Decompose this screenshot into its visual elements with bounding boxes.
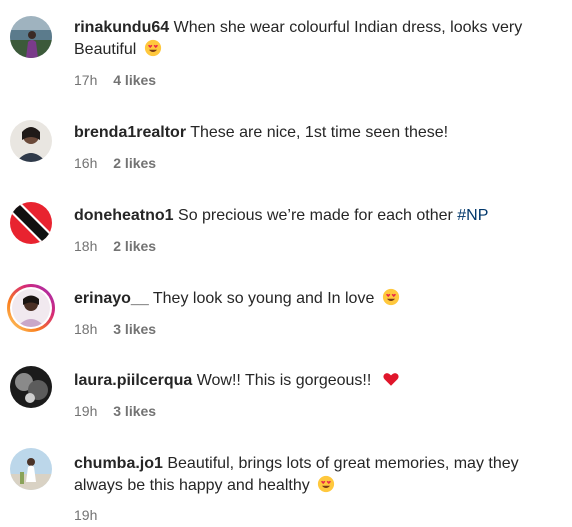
avatar[interactable] bbox=[10, 448, 52, 490]
red-heart-emoji-icon bbox=[383, 373, 399, 386]
comment-body: So precious we’re made for each other bbox=[178, 207, 453, 224]
comment-body: Wow!! This is gorgeous!! bbox=[196, 372, 372, 389]
comment-text: brenda1realtor These are nice, 1st time … bbox=[74, 122, 564, 144]
comment-body: They look so young and In love bbox=[152, 290, 375, 307]
comment-meta: 18h 2 likes bbox=[74, 238, 156, 254]
comment-username[interactable]: chumba.jo1 bbox=[74, 455, 163, 472]
comment-meta: 17h 4 likes bbox=[74, 72, 156, 88]
comment-time: 19h bbox=[74, 507, 98, 523]
heart-eyes-emoji-icon bbox=[318, 475, 335, 493]
comment-body: These are nice, 1st time seen these! bbox=[190, 124, 449, 141]
comment-username[interactable]: rinakundu64 bbox=[74, 19, 169, 36]
comment-likes[interactable]: 3 likes bbox=[113, 403, 156, 419]
comment-text: rinakundu64 When she wear colourful Indi… bbox=[74, 17, 564, 61]
comment-text: erinayo__ They look so young and In love bbox=[74, 288, 564, 310]
comment-text: laura.piilcerqua Wow!! This is gorgeous!… bbox=[74, 370, 564, 392]
comment-likes[interactable]: 3 likes bbox=[113, 321, 156, 337]
comment-meta: 18h 3 likes bbox=[74, 321, 156, 337]
comment-meta: 19h bbox=[74, 507, 97, 523]
comment-time: 16h bbox=[74, 155, 98, 171]
comment-time: 19h bbox=[74, 403, 98, 419]
avatar[interactable] bbox=[10, 366, 52, 408]
comment-likes[interactable]: 2 likes bbox=[113, 155, 156, 171]
heart-eyes-emoji-icon bbox=[144, 39, 161, 57]
comment-time: 17h bbox=[74, 72, 98, 88]
comment-username[interactable]: laura.piilcerqua bbox=[74, 372, 192, 389]
comment-likes[interactable]: 4 likes bbox=[113, 72, 156, 88]
comment-username[interactable]: brenda1realtor bbox=[74, 124, 186, 141]
comment-likes[interactable]: 2 likes bbox=[113, 238, 156, 254]
comment-time: 18h bbox=[74, 238, 98, 254]
hashtag-link[interactable]: #NP bbox=[457, 207, 488, 224]
avatar-image bbox=[10, 287, 52, 329]
avatar[interactable] bbox=[10, 16, 52, 58]
story-ring-avatar[interactable] bbox=[7, 284, 55, 332]
avatar[interactable] bbox=[10, 202, 52, 244]
heart-eyes-emoji-icon bbox=[382, 288, 399, 306]
comment-meta: 19h 3 likes bbox=[74, 403, 156, 419]
comment-username[interactable]: erinayo__ bbox=[74, 290, 149, 307]
comment-text: doneheatno1 So precious we’re made for e… bbox=[74, 205, 564, 227]
avatar[interactable] bbox=[10, 120, 52, 162]
comment-meta: 16h 2 likes bbox=[74, 155, 156, 171]
comment-text: chumba.jo1 Beautiful, brings lots of gre… bbox=[74, 453, 564, 497]
comment-username[interactable]: doneheatno1 bbox=[74, 207, 174, 224]
comment-time: 18h bbox=[74, 321, 98, 337]
